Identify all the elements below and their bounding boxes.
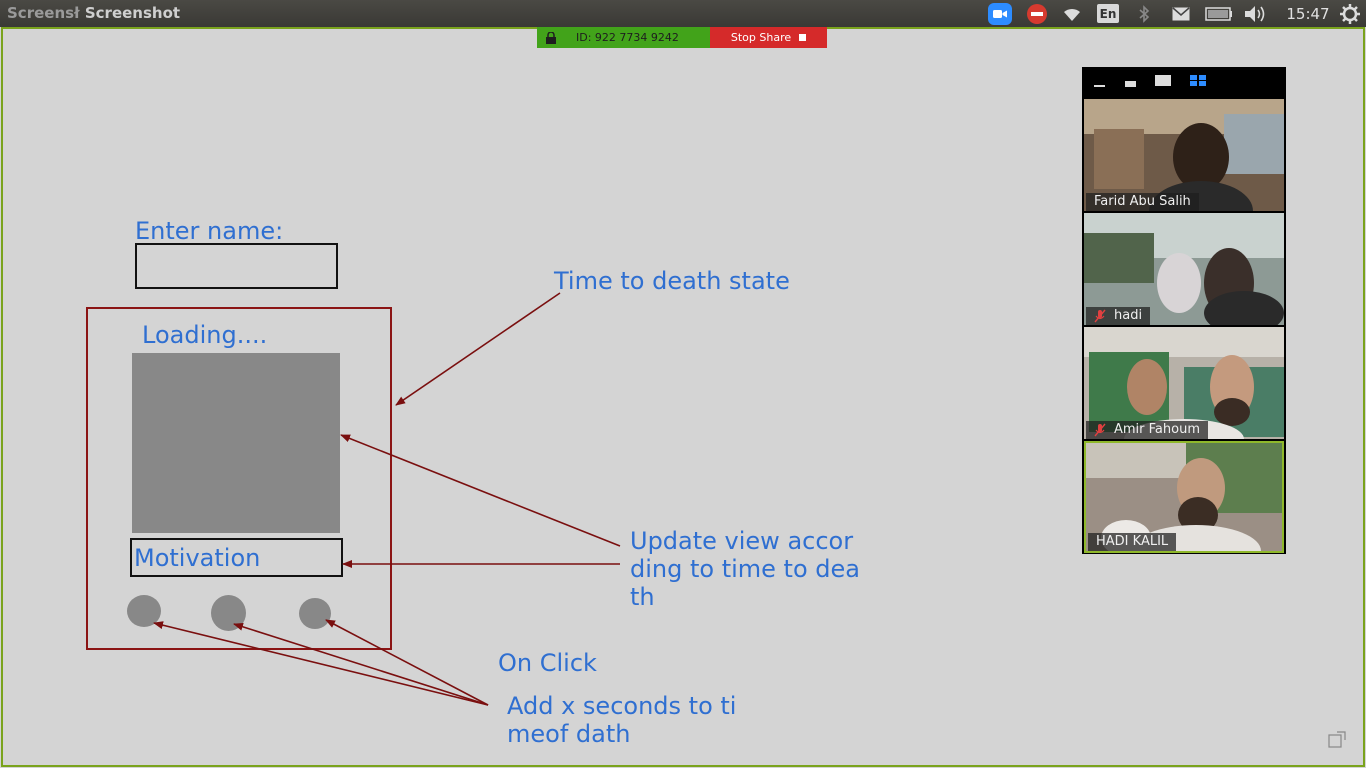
gallery-view-icon[interactable] (1190, 74, 1208, 88)
muted-mic-icon (1094, 423, 1106, 437)
minimize-view-icon[interactable] (1094, 79, 1106, 89)
share-options-icon[interactable] (1328, 731, 1348, 749)
arrow-time-state (395, 292, 561, 406)
arrow-button-3 (325, 619, 489, 706)
small-view-icon[interactable] (1125, 79, 1137, 89)
video-gallery-panel: Farid Abu Salih hadi Amir Fahoum HADI KA… (1082, 67, 1286, 554)
participant-name-tag: Farid Abu Salih (1086, 193, 1199, 211)
view-toolbar (1082, 67, 1286, 97)
participant-name-tag: Amir Fahoum (1086, 421, 1208, 439)
speaker-view-icon[interactable] (1155, 74, 1173, 88)
muted-mic-icon (1094, 309, 1106, 323)
participant-name: hadi (1114, 308, 1143, 323)
arrow-button-1 (153, 621, 489, 706)
participant-name: Farid Abu Salih (1094, 194, 1191, 209)
participant-name: HADI KALIL (1096, 534, 1169, 549)
participant-tile[interactable]: hadi (1084, 213, 1284, 325)
participant-name-tag: HADI KALIL (1088, 533, 1177, 551)
arrow-button-2 (233, 622, 489, 706)
participant-tile-active[interactable]: HADI KALIL (1084, 441, 1284, 553)
participant-tile[interactable]: Amir Fahoum (1084, 327, 1284, 439)
participant-tile[interactable]: Farid Abu Salih (1084, 99, 1284, 211)
arrow-update-view (340, 434, 621, 547)
participant-name-tag: hadi (1086, 307, 1151, 325)
participant-name: Amir Fahoum (1114, 422, 1200, 437)
